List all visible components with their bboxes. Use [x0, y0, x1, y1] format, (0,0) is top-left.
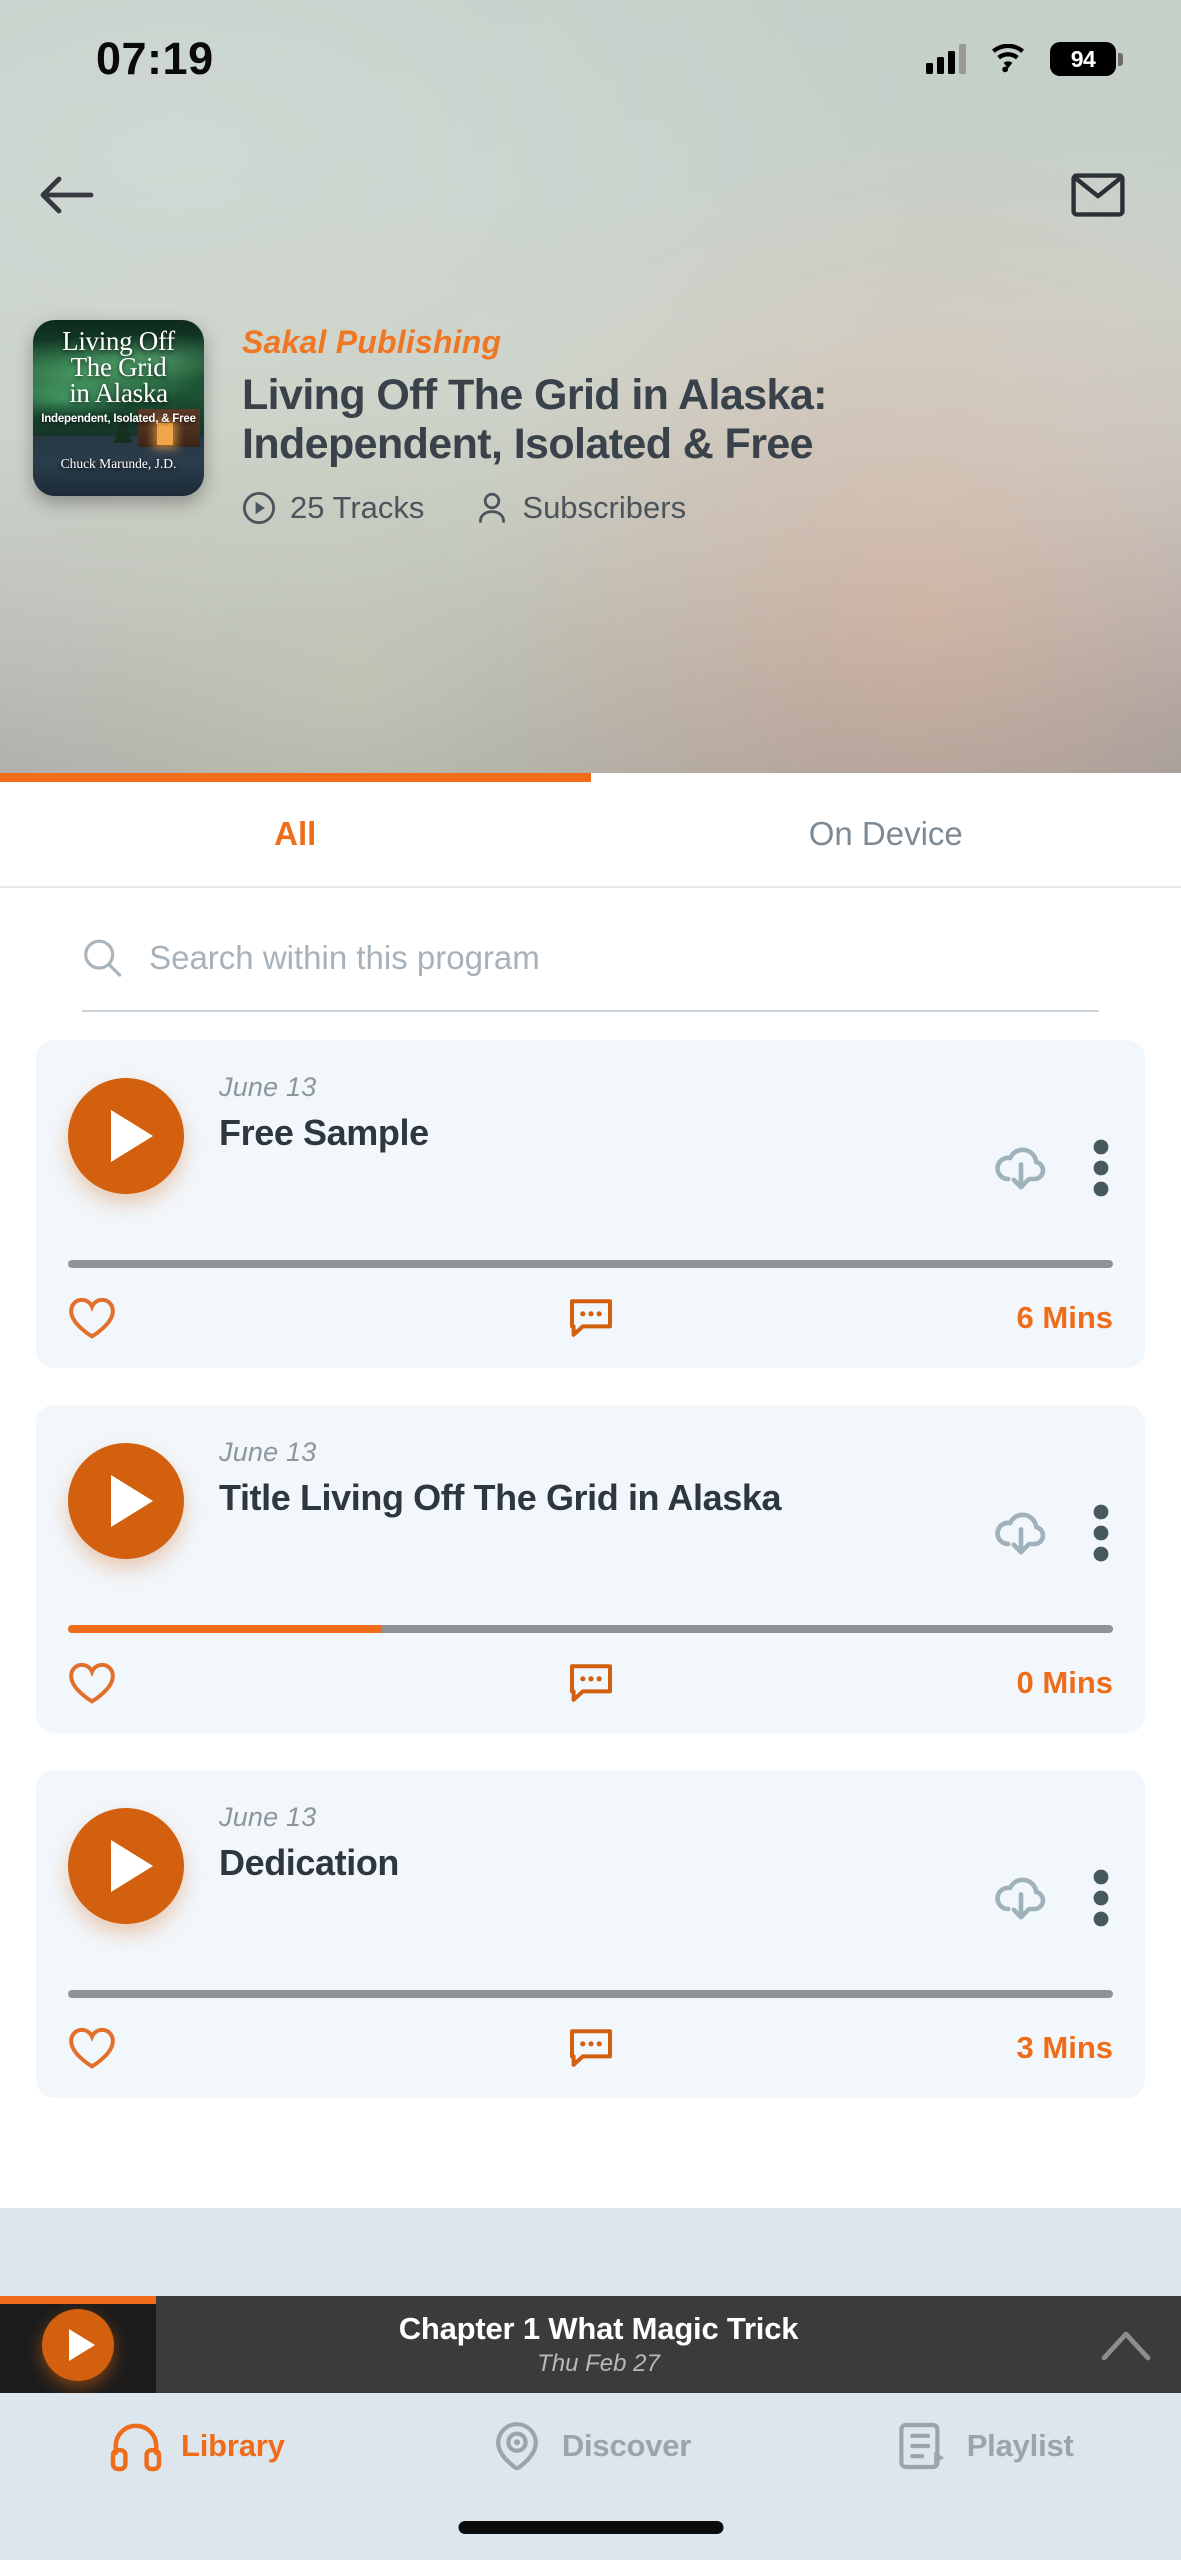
cloud-download-icon[interactable]	[991, 1868, 1051, 1928]
cover-title-line1: Living Off	[62, 326, 175, 356]
playlist-icon	[898, 2422, 944, 2470]
track-title: Free Sample	[219, 1112, 429, 1153]
kebab-menu-icon[interactable]	[1093, 1869, 1109, 1927]
nav-label-library: Library	[180, 2428, 285, 2463]
favorite-button[interactable]	[68, 1296, 128, 1340]
kebab-menu-icon[interactable]	[1093, 1139, 1109, 1197]
comment-button[interactable]	[568, 2026, 614, 2070]
track-duration: 0 Mins	[1016, 1665, 1113, 1700]
program-header: 07:19 94 Living Off The Grid in Alaska I…	[0, 0, 1181, 773]
envelope-icon	[1071, 173, 1125, 217]
publisher-name[interactable]: Sakal Publishing	[242, 324, 1142, 361]
favorite-button[interactable]	[68, 1661, 128, 1705]
nav-item-library[interactable]: Library	[0, 2419, 394, 2473]
kebab-menu-icon[interactable]	[1093, 1504, 1109, 1562]
tracks-count-label: 25 Tracks	[290, 490, 425, 526]
status-bar-indicators: 94	[926, 42, 1123, 76]
tracks-content: June 13 Free Sample	[0, 888, 1181, 2208]
mini-player[interactable]: Chapter 1 What Magic Trick Thu Feb 27	[0, 2296, 1181, 2393]
tab-on-device[interactable]: On Device	[591, 773, 1181, 888]
back-button[interactable]	[32, 160, 102, 230]
nav-label-discover: Discover	[561, 2428, 692, 2463]
status-bar: 07:19 94	[0, 0, 1181, 118]
headphones-icon	[110, 2423, 162, 2472]
comment-bubble-icon	[569, 1299, 612, 1337]
nav-label-playlist: Playlist	[966, 2428, 1074, 2463]
program-stats: 25 Tracks Subscribers	[242, 490, 1142, 526]
mini-player-title: Chapter 1 What Magic Trick	[398, 2311, 799, 2346]
search-section	[0, 888, 1181, 1012]
track-card[interactable]: June 13 Free Sample 6 Mins	[36, 1040, 1145, 1368]
chevron-up-icon	[1101, 2331, 1151, 2360]
track-duration: 3 Mins	[1016, 2030, 1113, 2065]
search-bar[interactable]	[82, 936, 1099, 1012]
tracks-stat: 25 Tracks	[242, 490, 424, 526]
cover-author: Chuck Marunde, J.D.	[60, 456, 177, 471]
mail-button[interactable]	[1063, 160, 1133, 230]
cloud-download-icon[interactable]	[991, 1503, 1051, 1563]
page-title: Living Off The Grid in Alaska: Independe…	[242, 371, 827, 468]
track-play-button[interactable]	[68, 1443, 184, 1559]
cover-title-line3: in Alaska	[69, 378, 168, 409]
track-title: Title Living Off The Grid in Alaska	[219, 1477, 782, 1518]
comment-bubble-icon	[569, 1664, 612, 1702]
battery-icon: 94	[1050, 42, 1123, 76]
track-progress-bar[interactable]	[68, 1260, 1113, 1268]
track-list: June 13 Free Sample 6 Mins June 13 Title…	[0, 1012, 1181, 2098]
battery-percent: 94	[1070, 45, 1096, 72]
track-play-button[interactable]	[68, 1078, 184, 1194]
status-bar-clock: 07:19	[96, 33, 214, 84]
search-input[interactable]	[149, 939, 1099, 977]
wifi-icon	[992, 44, 1024, 73]
nav-item-discover[interactable]: Discover	[394, 2419, 788, 2473]
heart-outline-icon	[69, 1297, 115, 1339]
heart-outline-icon	[69, 1662, 115, 1704]
search-icon	[84, 939, 122, 977]
discover-eye-icon	[495, 2422, 538, 2471]
track-card[interactable]: June 13 Title Living Off The Grid in Ala…	[36, 1405, 1145, 1733]
track-title: Dedication	[219, 1842, 400, 1883]
subscribers-label: Subscribers	[522, 490, 687, 526]
comment-button[interactable]	[568, 1296, 614, 1340]
program-info: Living Off The Grid in Alaska Independen…	[33, 320, 1142, 526]
mini-player-subtitle: Thu Feb 27	[537, 2350, 660, 2377]
tab-all-label: All	[274, 814, 317, 852]
nav-item-playlist[interactable]: Playlist	[787, 2419, 1181, 2473]
track-duration: 6 Mins	[1016, 1300, 1113, 1335]
person-icon	[479, 492, 506, 523]
cover-title-line2: The Grid	[70, 352, 167, 383]
subscribers-stat: Subscribers	[476, 490, 686, 526]
comment-bubble-icon	[569, 2029, 612, 2067]
favorite-button[interactable]	[68, 2026, 128, 2070]
mini-player-info: Chapter 1 What Magic Trick Thu Feb 27	[156, 2311, 1071, 2378]
play-circle-icon	[242, 492, 276, 525]
cover-subtitle: Independent, Isolated, & Free	[41, 412, 196, 425]
comment-button[interactable]	[568, 1661, 614, 1705]
home-indicator	[458, 2521, 723, 2534]
track-play-button[interactable]	[68, 1808, 184, 1924]
bottom-navigation: Library Discover Playlist	[0, 2393, 1181, 2560]
back-arrow-icon	[40, 176, 94, 214]
track-progress-fill	[68, 1625, 382, 1633]
track-progress-bar[interactable]	[68, 1625, 1113, 1633]
filter-tabs: All On Device	[0, 773, 1181, 888]
track-card[interactable]: June 13 Dedication 3 Mins	[36, 1770, 1145, 2098]
tab-all[interactable]: All	[0, 773, 591, 888]
track-date: June 13	[219, 1072, 317, 1102]
track-date: June 13	[219, 1437, 317, 1467]
mini-player-play-button[interactable]	[42, 2308, 114, 2381]
heart-outline-icon	[69, 2027, 115, 2069]
book-cover-art: Living Off The Grid in Alaska Independen…	[33, 320, 204, 496]
cloud-download-icon[interactable]	[991, 1138, 1051, 1198]
signal-bars-icon	[926, 44, 966, 74]
track-progress-bar[interactable]	[68, 1990, 1113, 1998]
header-nav-row	[0, 150, 1181, 240]
mini-player-expand-button[interactable]	[1071, 2328, 1181, 2362]
track-date: June 13	[219, 1802, 317, 1832]
mini-player-play-area[interactable]	[0, 2296, 156, 2393]
tab-on-device-label: On Device	[808, 814, 963, 852]
